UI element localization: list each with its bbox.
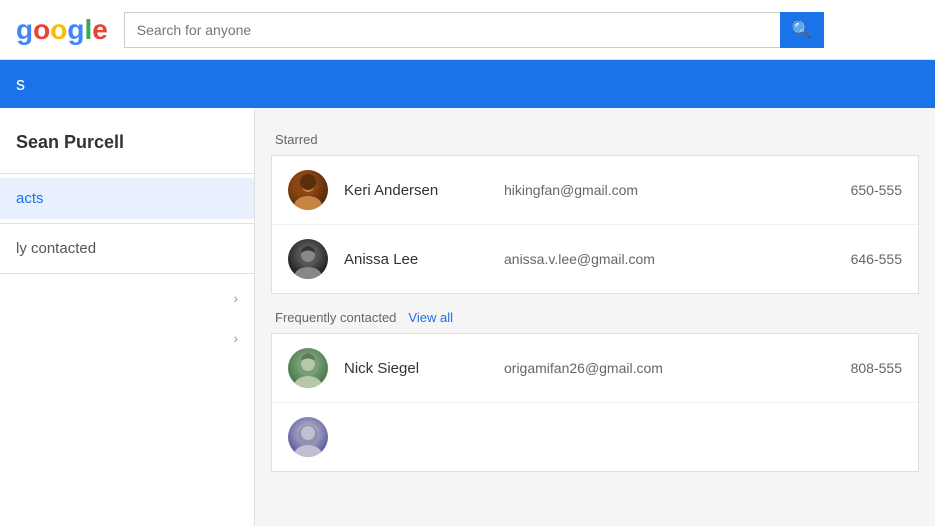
sidebar-user-name: Sean Purcell [0,124,254,169]
logo-letter-o2: o [50,14,67,45]
contact-row-anissa[interactable]: Anissa Lee anissa.v.lee@gmail.com 646-55… [272,225,918,293]
contact-row-nick[interactable]: Nick Siegel origamifan26@gmail.com 808-5… [272,334,918,403]
contact-phone-anissa: 646-555 [851,251,902,267]
sidebar-item-contacts[interactable]: acts [0,178,254,219]
avatar-keri [288,170,328,210]
search-icon: 🔍 [792,20,812,40]
view-all-link[interactable]: View all [408,310,453,325]
header: google 🔍 [0,0,935,60]
logo-letter-o1: o [33,14,50,45]
contact-name-nick: Nick Siegel [344,360,504,377]
logo-letter-g: g [16,14,33,45]
contact-email-keri: hikingfan@gmail.com [504,182,835,198]
content-area: Starred Keri Andersen hikingfan@gmail.co… [255,108,935,526]
contact-phone-nick: 808-555 [851,360,902,376]
logo-letter-e: e [92,14,108,45]
sidebar-item-3[interactable]: › [0,278,254,318]
nav-title: s [16,74,25,95]
contact-name-keri: Keri Andersen [344,182,504,199]
contact-email-nick: origamifan26@gmail.com [504,360,835,376]
sidebar-item-recently-contacted-label: ly contacted [16,240,96,257]
avatar-more [288,417,328,457]
sidebar: Sean Purcell acts ly contacted › › [0,108,255,526]
starred-section-label: Starred [271,124,919,155]
sidebar-item-contacts-label: acts [16,190,44,207]
logo-letter-g2: g [67,14,84,45]
contact-row-keri[interactable]: Keri Andersen hikingfan@gmail.com 650-55… [272,156,918,225]
google-logo: google [16,14,108,46]
sidebar-divider-1 [0,173,254,174]
search-bar: 🔍 [124,12,824,48]
contact-name-anissa: Anissa Lee [344,251,504,268]
contact-email-anissa: anissa.v.lee@gmail.com [504,251,835,267]
sidebar-item-recently-contacted[interactable]: ly contacted [0,228,254,269]
frequently-contacted-header: Frequently contacted View all [271,298,919,333]
search-input[interactable] [124,12,780,48]
sidebar-item-4[interactable]: › [0,318,254,358]
frequently-contacted-label: Frequently contacted [275,310,396,325]
chevron-icon-1: › [233,290,238,306]
sidebar-divider-3 [0,273,254,274]
avatar-nick [288,348,328,388]
avatar-anissa [288,239,328,279]
chevron-icon-2: › [233,330,238,346]
sidebar-divider-2 [0,223,254,224]
starred-contacts-card: Keri Andersen hikingfan@gmail.com 650-55… [271,155,919,294]
nav-bar: s [0,60,935,108]
contact-phone-keri: 650-555 [851,182,902,198]
frequently-contacted-card: Nick Siegel origamifan26@gmail.com 808-5… [271,333,919,472]
main-content: Sean Purcell acts ly contacted › › Starr… [0,108,935,526]
contact-row-more[interactable] [272,403,918,471]
search-button[interactable]: 🔍 [780,12,824,48]
